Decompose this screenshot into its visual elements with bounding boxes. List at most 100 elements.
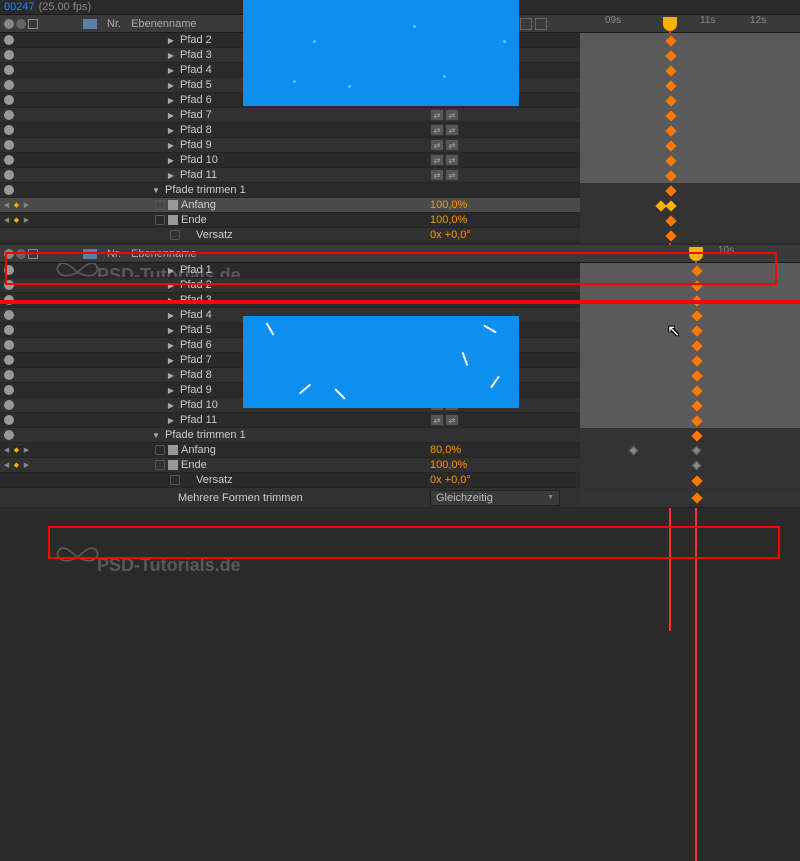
- layer-name[interactable]: Pfad 2: [180, 279, 212, 291]
- layer-bar[interactable]: [580, 308, 800, 323]
- timeline-lane[interactable]: [580, 213, 800, 228]
- eye-icon[interactable]: [4, 19, 14, 29]
- keyframe-diamond[interactable]: [665, 200, 676, 211]
- visibility-toggle[interactable]: [4, 400, 14, 410]
- keyframe-diamond[interactable]: [665, 65, 676, 76]
- visibility-toggle[interactable]: [4, 140, 14, 150]
- keyframe-diamond[interactable]: [691, 415, 702, 426]
- visibility-toggle[interactable]: [4, 415, 14, 425]
- keyframe-nav[interactable]: [0, 216, 40, 225]
- visibility-toggle[interactable]: [4, 310, 14, 320]
- layer-bar[interactable]: [580, 48, 800, 63]
- keyframe-diamond[interactable]: [665, 110, 676, 121]
- keyframe-diamond[interactable]: [691, 280, 702, 291]
- twirl-icon[interactable]: [165, 94, 177, 106]
- layer-row[interactable]: Pfad 11 ⇄⇄: [0, 413, 800, 428]
- keyframe-diamond[interactable]: [691, 355, 702, 366]
- layer-name[interactable]: Pfad 2: [180, 34, 212, 46]
- layer-name[interactable]: Pfad 4: [180, 64, 212, 76]
- layer-bar[interactable]: [580, 78, 800, 93]
- keyframe-diamond[interactable]: [665, 35, 676, 46]
- property-row[interactable]: Versatz 0x +0,0°: [0, 473, 800, 488]
- layer-name[interactable]: Pfad 5: [180, 79, 212, 91]
- twirl-icon[interactable]: [165, 79, 177, 91]
- twirl-icon[interactable]: [165, 34, 177, 46]
- property-row[interactable]: Versatz 0x +0,0°: [0, 228, 800, 243]
- keyframe-diamond[interactable]: [691, 492, 702, 503]
- keyframe-diamond[interactable]: [691, 325, 702, 336]
- layer-bar[interactable]: [580, 353, 800, 368]
- layer-name[interactable]: Pfad 7: [180, 109, 212, 121]
- trim-mode-dropdown[interactable]: Gleichzeitig: [430, 490, 560, 506]
- layer-row[interactable]: Pfad 1: [0, 263, 800, 278]
- twirl-icon[interactable]: [165, 169, 177, 181]
- layer-name[interactable]: Pfad 4: [180, 309, 212, 321]
- property-row[interactable]: Ende 100,0%: [0, 458, 800, 473]
- mode-buttons[interactable]: ⇄⇄: [430, 169, 459, 181]
- visibility-toggle[interactable]: [4, 340, 14, 350]
- keyframe-diamond[interactable]: [665, 50, 676, 61]
- keyframe-diamond[interactable]: [665, 230, 676, 241]
- property-row[interactable]: Ende 100,0%: [0, 213, 800, 228]
- timeline-lane[interactable]: [580, 458, 800, 473]
- keyframe-diamond[interactable]: [629, 445, 639, 455]
- visibility-toggle[interactable]: [4, 430, 14, 440]
- layer-name[interactable]: Pfad 10: [180, 154, 218, 166]
- visibility-toggle[interactable]: [4, 170, 14, 180]
- layer-bar[interactable]: [580, 168, 800, 183]
- layer-bar[interactable]: [580, 338, 800, 353]
- lock-icon[interactable]: [28, 19, 38, 29]
- visibility-toggle[interactable]: [4, 65, 14, 75]
- layer-bar[interactable]: [580, 278, 800, 293]
- keyframe-nav[interactable]: [0, 461, 40, 470]
- keyframe-diamond[interactable]: [691, 475, 702, 486]
- layer-name[interactable]: Pfad 11: [180, 414, 217, 426]
- prop-label[interactable]: Anfang: [181, 199, 216, 211]
- layer-bar[interactable]: [580, 398, 800, 413]
- keyframe-diamond[interactable]: [665, 185, 676, 196]
- property-row[interactable]: Anfang 100,0%: [0, 198, 800, 213]
- timeline-lane[interactable]: [580, 428, 800, 443]
- keyframe-diamond[interactable]: [691, 385, 702, 396]
- stopwatch-icon[interactable]: [155, 445, 165, 455]
- keyframe-nav[interactable]: [0, 446, 40, 455]
- prop-value[interactable]: 0x +0,0°: [430, 474, 471, 486]
- keyframe-diamond[interactable]: [692, 460, 702, 470]
- timeline-lane[interactable]: [580, 443, 800, 458]
- keyframe-diamond[interactable]: [691, 400, 702, 411]
- twirl-open-icon[interactable]: [150, 429, 162, 441]
- layer-name[interactable]: Pfad 3: [180, 49, 212, 61]
- twirl-icon[interactable]: [165, 339, 177, 351]
- layer-bar[interactable]: [580, 383, 800, 398]
- layer-row[interactable]: Pfad 8 ⇄⇄: [0, 123, 800, 138]
- visibility-toggle[interactable]: [4, 50, 14, 60]
- layer-row[interactable]: Pfad 7 ⇄⇄: [0, 108, 800, 123]
- prop-value[interactable]: 100,0%: [430, 199, 467, 211]
- twirl-icon[interactable]: [165, 49, 177, 61]
- layer-name[interactable]: Pfad 8: [180, 369, 212, 381]
- group-name[interactable]: Pfade trimmen 1: [165, 429, 246, 441]
- layer-name[interactable]: Pfad 6: [180, 339, 212, 351]
- stopwatch-icon[interactable]: [155, 200, 165, 210]
- solo-icon[interactable]: [16, 249, 26, 259]
- mode-buttons[interactable]: ⇄⇄: [430, 109, 459, 121]
- keyframe-diamond[interactable]: [665, 170, 676, 181]
- eye-icon[interactable]: [4, 249, 14, 259]
- twirl-icon[interactable]: [165, 64, 177, 76]
- layer-bar[interactable]: [580, 63, 800, 78]
- timeline-lane[interactable]: [580, 183, 800, 198]
- keyframe-diamond[interactable]: [691, 295, 702, 306]
- keyframe-diamond[interactable]: [665, 155, 676, 166]
- layer-name[interactable]: Pfad 11: [180, 169, 217, 181]
- visibility-toggle[interactable]: [4, 95, 14, 105]
- visibility-toggle[interactable]: [4, 385, 14, 395]
- visibility-toggle[interactable]: [4, 370, 14, 380]
- stopwatch-icon[interactable]: [155, 460, 165, 470]
- layer-bar[interactable]: [580, 293, 800, 308]
- layer-row[interactable]: Pfad 11 ⇄⇄: [0, 168, 800, 183]
- twirl-icon[interactable]: [165, 139, 177, 151]
- prop-label[interactable]: Versatz: [196, 229, 233, 241]
- layer-row[interactable]: Pfad 9 ⇄⇄: [0, 138, 800, 153]
- keyframe-diamond[interactable]: [665, 140, 676, 151]
- mode-buttons[interactable]: ⇄⇄: [430, 124, 459, 136]
